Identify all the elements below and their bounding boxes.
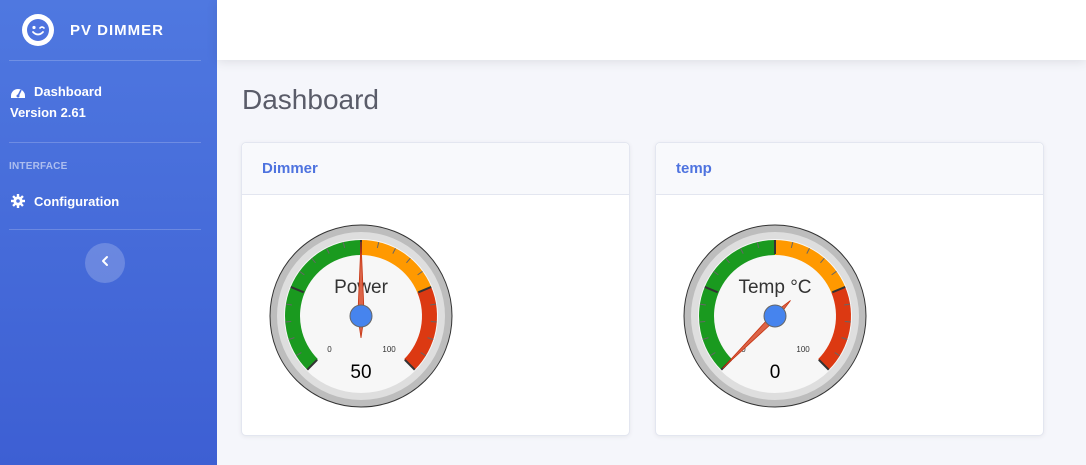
sidebar: PV DIMMER Dashboard Version 2.61 INTERFA…: [0, 0, 217, 465]
brand[interactable]: PV DIMMER: [0, 0, 217, 60]
sidebar-item-label: Dashboard: [34, 84, 102, 99]
brand-name: PV DIMMER: [70, 21, 165, 39]
gauge-label: Temp °C: [738, 277, 811, 298]
sidebar-item-dashboard[interactable]: Dashboard Version 2.61: [0, 61, 217, 142]
tachometer-icon: [10, 84, 26, 100]
dimmer-card: Dimmer 0100Power50: [241, 142, 630, 436]
gauge-min-label: 0: [327, 345, 332, 354]
gauge-hub: [763, 304, 787, 328]
gauge-value: 50: [350, 362, 371, 383]
gauge-value: 0: [770, 362, 781, 383]
sidebar-toggle-button[interactable]: [85, 243, 125, 283]
chevron-left-icon: [101, 254, 109, 272]
card-header: Dimmer: [242, 143, 629, 195]
topbar: [217, 0, 1086, 60]
card-title: temp: [676, 160, 712, 177]
gear-icon: [10, 193, 26, 209]
card-title: Dimmer: [262, 160, 318, 177]
page-title: Dashboard: [242, 84, 379, 115]
power-gauge: 0100Power50: [269, 224, 453, 408]
card-header: temp: [656, 143, 1043, 195]
sidebar-divider: [9, 229, 201, 230]
sidebar-heading: INTERFACE: [9, 161, 68, 172]
version-text: Version 2.61: [10, 105, 86, 120]
gauge-max-label: 100: [382, 345, 396, 354]
gauge-hub: [349, 304, 373, 328]
temp-card: temp 0100Temp °C0: [655, 142, 1044, 436]
sidebar-item-label: Configuration: [34, 193, 120, 209]
sidebar-item-configuration[interactable]: Configuration: [0, 172, 217, 229]
gauge-max-label: 100: [796, 345, 810, 354]
temp-gauge: 0100Temp °C0: [683, 224, 867, 408]
smile-wink-icon: [22, 14, 54, 46]
